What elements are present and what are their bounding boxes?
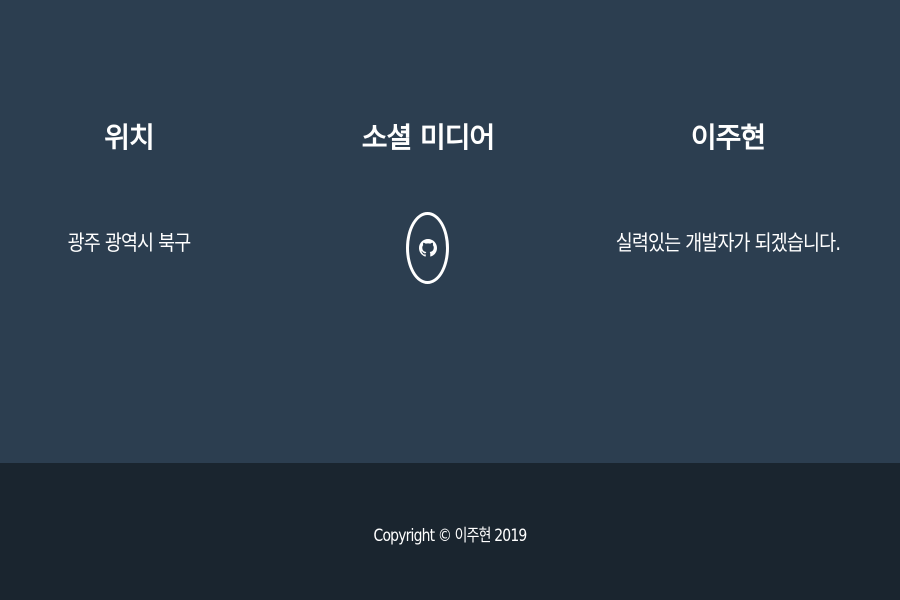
copyright-text: Copyright © 이주현 2019	[373, 526, 528, 546]
github-icon	[418, 239, 437, 257]
github-link[interactable]	[406, 212, 449, 284]
social-heading: 소셜 미디어	[361, 121, 496, 154]
footer-top: 위치 광주 광역시 북구 소셜 미디어 이주현 실력있는 개발자가 되겠습니다.	[0, 0, 900, 463]
about-text: 실력있는 개발자가 되겠습니다.	[615, 231, 841, 255]
location-heading: 위치	[104, 121, 155, 154]
location-text: 광주 광역시 북구	[67, 231, 192, 255]
footer: 위치 광주 광역시 북구 소셜 미디어 이주현 실력있는 개발자가 되겠습니다.…	[0, 0, 900, 600]
about-heading: 이주현	[690, 121, 766, 154]
copyright-bar: Copyright © 이주현 2019	[0, 463, 900, 600]
